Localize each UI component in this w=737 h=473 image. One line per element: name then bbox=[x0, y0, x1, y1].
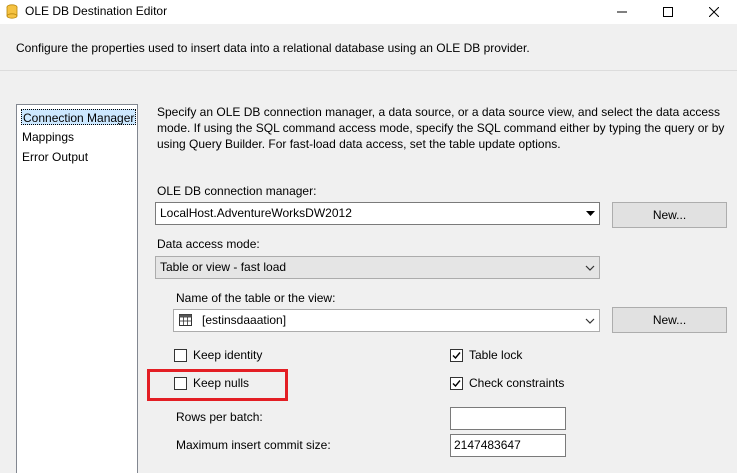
connection-manager-label: OLE DB connection manager: bbox=[157, 184, 317, 198]
table-name-label: Name of the table or the view: bbox=[176, 291, 336, 305]
minimize-icon bbox=[617, 11, 627, 13]
check-constraints-option[interactable]: Check constraints bbox=[450, 375, 564, 391]
database-icon bbox=[6, 4, 18, 19]
rows-per-batch-input[interactable] bbox=[450, 407, 566, 430]
new-table-button[interactable]: New... bbox=[612, 307, 727, 333]
close-icon bbox=[709, 7, 719, 17]
instructions-text: Specify an OLE DB connection manager, a … bbox=[157, 105, 725, 151]
close-button[interactable] bbox=[691, 0, 737, 24]
minimize-button[interactable] bbox=[599, 0, 645, 24]
checkmark-icon bbox=[452, 379, 461, 387]
check-constraints-label: Check constraints bbox=[469, 376, 565, 390]
data-access-mode-value: Table or view - fast load bbox=[160, 260, 287, 274]
connection-manager-combo[interactable]: LocalHost.AdventureWorksDW2012 bbox=[155, 202, 600, 225]
nav-item-error-output[interactable]: Error Output bbox=[21, 149, 89, 165]
keep-identity-label: Keep identity bbox=[193, 348, 263, 362]
maximize-icon bbox=[663, 7, 673, 17]
chevron-down-icon bbox=[581, 310, 599, 331]
keep-identity-checkbox[interactable] bbox=[174, 348, 187, 362]
check-constraints-checkbox[interactable] bbox=[450, 376, 463, 390]
max-commit-size-label: Maximum insert commit size: bbox=[176, 438, 331, 452]
table-icon bbox=[179, 314, 192, 326]
table-lock-option[interactable]: Table lock bbox=[450, 347, 522, 363]
maximize-button[interactable] bbox=[645, 0, 691, 24]
window-title: OLE DB Destination Editor bbox=[25, 4, 168, 18]
new-connection-button[interactable]: New... bbox=[612, 202, 727, 228]
max-commit-size-input[interactable]: 2147483647 bbox=[450, 434, 566, 457]
connection-manager-value: LocalHost.AdventureWorksDW2012 bbox=[160, 206, 352, 220]
table-lock-checkbox[interactable] bbox=[450, 348, 463, 362]
page-navigation: Connection Manager Mappings Error Output bbox=[16, 104, 138, 473]
data-access-mode-combo[interactable]: Table or view - fast load bbox=[155, 256, 600, 279]
checkmark-icon bbox=[452, 351, 461, 359]
nav-item-connection-manager[interactable]: Connection Manager bbox=[21, 109, 137, 125]
keep-identity-option[interactable]: Keep identity bbox=[174, 347, 262, 363]
separator bbox=[0, 70, 737, 71]
nav-item-mappings[interactable]: Mappings bbox=[21, 129, 75, 145]
table-lock-label: Table lock bbox=[469, 348, 523, 362]
table-name-combo[interactable]: [estinsdaaation] bbox=[173, 309, 600, 332]
keep-nulls-highlight bbox=[147, 369, 288, 401]
table-name-value: [estinsdaaation] bbox=[202, 313, 287, 327]
rows-per-batch-label: Rows per batch: bbox=[176, 410, 263, 424]
title-bar: OLE DB Destination Editor bbox=[0, 0, 737, 24]
dialog-description: Configure the properties used to insert … bbox=[16, 41, 530, 55]
data-access-mode-label: Data access mode: bbox=[157, 237, 260, 251]
chevron-down-icon bbox=[581, 203, 599, 224]
chevron-down-icon bbox=[581, 257, 599, 278]
